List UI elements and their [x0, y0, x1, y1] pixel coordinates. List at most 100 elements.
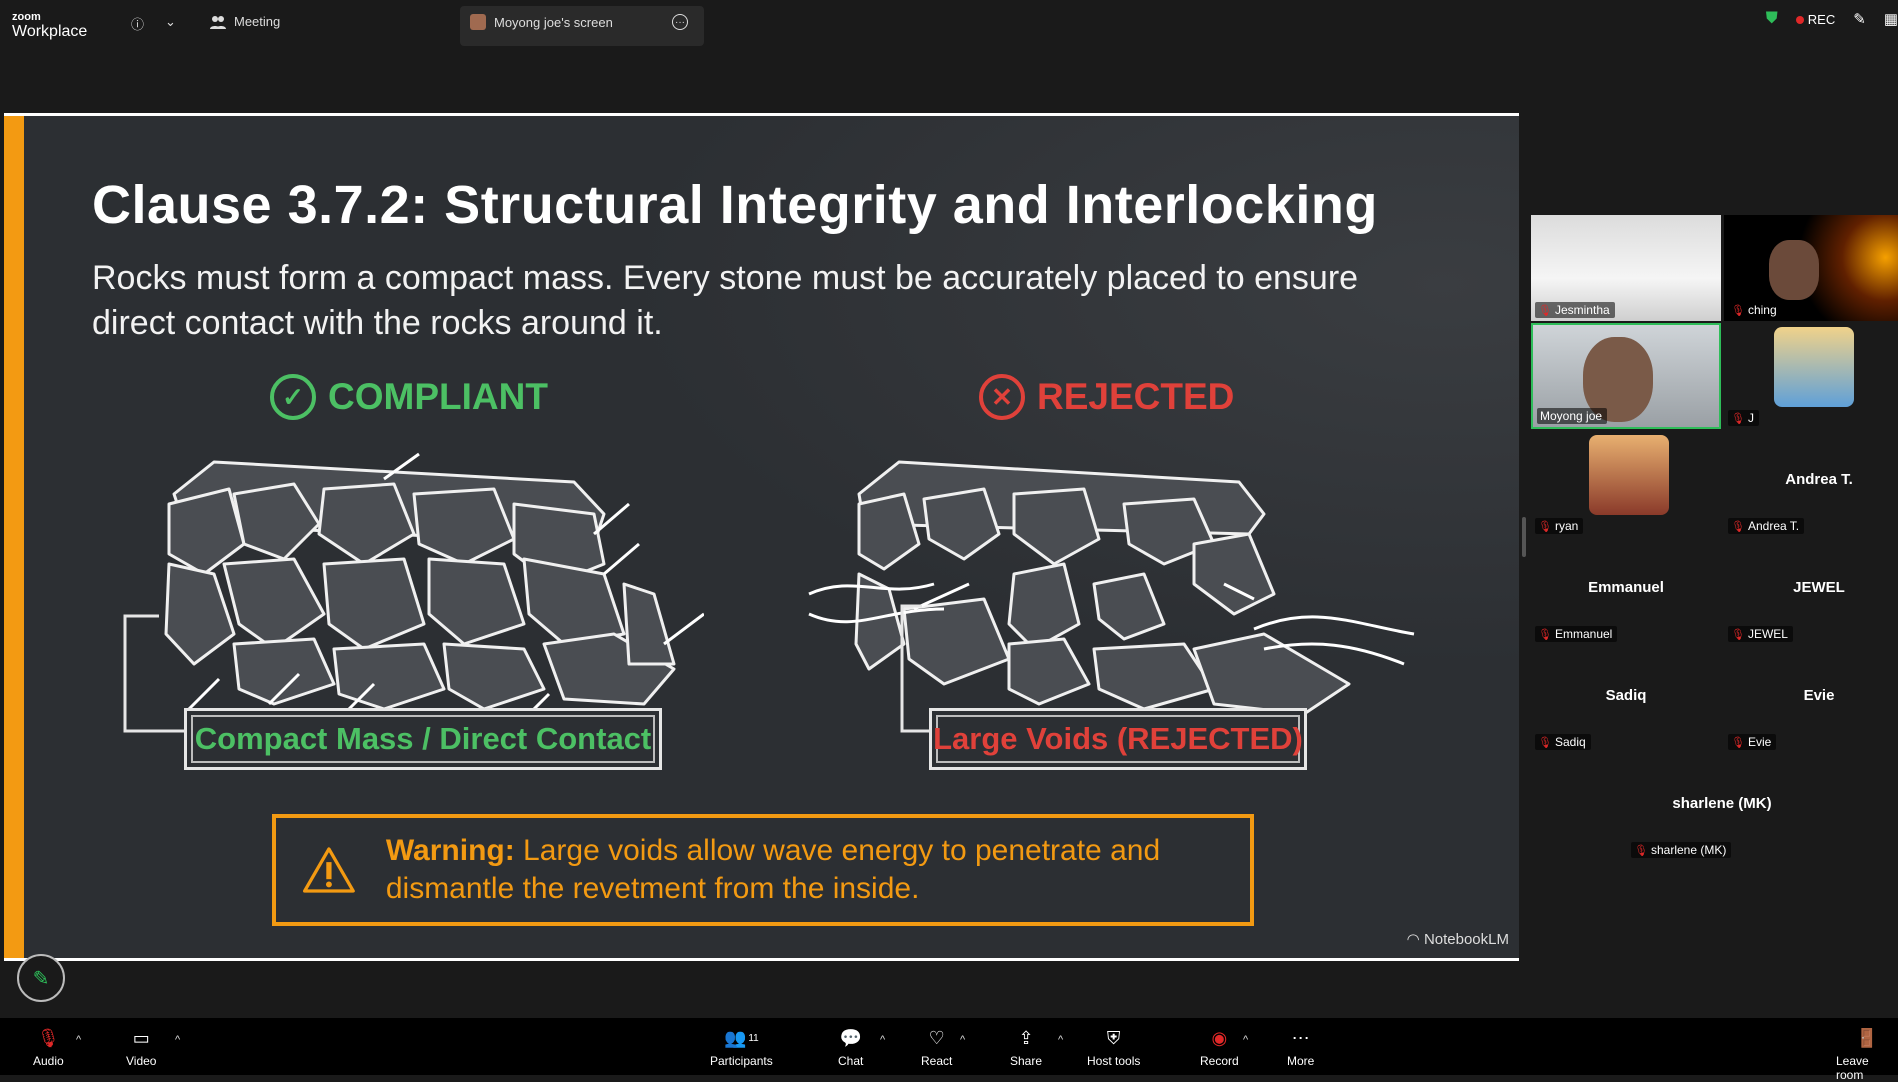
mic-off-icon: 🎙 — [1731, 628, 1745, 641]
notebooklm-watermark: ◠ NotebookLM — [1407, 930, 1509, 948]
mic-off-icon: 🎙 — [1634, 844, 1648, 857]
more-options-icon: ··· — [672, 14, 688, 30]
mic-off-icon: 🎙 — [1538, 628, 1552, 641]
participant-name: Emmanuel — [1554, 627, 1613, 641]
mic-off-icon: 🎙 — [1731, 736, 1745, 749]
recording-indicator[interactable]: REC — [1795, 11, 1836, 27]
zoom-logo: zoom Workplace — [12, 12, 87, 40]
video-tile[interactable]: sharlene (MK) 🎙 sharlene (MK) — [1627, 755, 1817, 861]
participant-name: Moyong joe — [1540, 409, 1603, 423]
compliant-connector — [123, 614, 187, 733]
annotate-icon[interactable]: ✎ — [1853, 10, 1866, 28]
rec-label: REC — [1807, 11, 1836, 27]
compliant-caption-box: Compact Mass / Direct Contact — [184, 708, 662, 770]
chat-bubble-icon: 💬 — [839, 1027, 862, 1048]
react-options-caret[interactable]: ^ — [960, 1034, 965, 1046]
video-tile[interactable]: Andrea T. 🎙 Andrea T. — [1724, 431, 1898, 537]
gallery-resize-handle[interactable] — [1522, 517, 1526, 557]
participant-name-tag: 🎙 J — [1728, 410, 1759, 426]
slide-title: Clause 3.7.2: Structural Integrity and I… — [92, 175, 1378, 235]
mic-off-icon: 🎙 — [1538, 304, 1552, 317]
participants-label: Participants — [710, 1054, 773, 1068]
participant-display-name: sharlene (MK) — [1672, 795, 1772, 812]
meeting-view-button[interactable]: Meeting — [210, 14, 280, 29]
meeting-label: Meeting — [234, 14, 281, 29]
x-circle-icon: ✕ — [979, 374, 1025, 420]
video-tile[interactable]: Sadiq 🎙 Sadiq — [1531, 647, 1721, 753]
participant-display-name: Andrea T. — [1785, 471, 1853, 488]
video-options-caret[interactable]: ^ — [175, 1034, 180, 1046]
video-tile[interactable]: JEWEL 🎙 JEWEL — [1724, 539, 1898, 645]
mic-off-icon: 🎙 — [1538, 520, 1552, 533]
participant-name: JEWEL — [1747, 627, 1788, 641]
participant-name-tag: 🎙 Evie — [1728, 734, 1777, 750]
video-label: Video — [126, 1054, 157, 1068]
people-icon — [210, 15, 226, 29]
share-label: Share — [1010, 1054, 1043, 1068]
rejected-label: REJECTED — [1037, 376, 1235, 417]
leave-room-button[interactable]: 🚪 Leave room — [1836, 1026, 1898, 1082]
check-circle-icon: ✓ — [270, 374, 316, 420]
participant-name: Evie — [1747, 735, 1772, 749]
presenter-avatar — [470, 14, 486, 30]
annotate-pencil-button[interactable]: ✎ — [17, 954, 65, 1002]
participant-name-tag: 🎙 ching — [1728, 302, 1782, 318]
meeting-info-dropdown[interactable]: ⌄ — [165, 14, 176, 30]
more-button[interactable]: ⋯ More — [1287, 1026, 1314, 1069]
meeting-info-button[interactable]: ⓘ — [131, 14, 144, 33]
participant-gallery: 🎙 Jesmintha 🎙 ching Moyong joe 🎙 J 🎙 ryan An… — [1530, 48, 1898, 1018]
rejected-caption: Large Voids (REJECTED) — [933, 721, 1303, 756]
participant-name-tag: 🎙 Sadiq — [1535, 734, 1591, 750]
participant-name-tag: 🎙 sharlene (MK) — [1631, 842, 1732, 858]
watermark-label: NotebookLM — [1423, 931, 1509, 948]
share-screen-icon: ⇪ — [1018, 1027, 1034, 1048]
chat-label: Chat — [838, 1054, 864, 1068]
video-button[interactable]: ▭ Video — [126, 1026, 157, 1069]
compliant-heading: ✓ COMPLIANT — [270, 374, 548, 420]
notebooklm-icon: ◠ — [1406, 931, 1424, 948]
security-shield-icon[interactable]: ⛊ — [1766, 10, 1778, 28]
participant-name-tag: 🎙 Andrea T. — [1728, 518, 1805, 534]
slide-subtitle: Rocks must form a compact mass. Every st… — [92, 259, 1359, 342]
participants-count: 11 — [748, 1032, 759, 1044]
mic-off-icon: 🎙 — [1731, 412, 1745, 425]
audio-button[interactable]: 🎙 Audio — [33, 1026, 64, 1069]
record-icon: ◉ — [1211, 1027, 1228, 1048]
presentation-slide: Clause 3.7.2: Structural Integrity and I… — [4, 113, 1519, 961]
compliant-rock-wall-illustration — [164, 452, 704, 714]
leave-door-icon: 🚪 — [1855, 1027, 1879, 1048]
meeting-controls-bar: 🎙 Audio ^ ▭ Video ^ 👥 11 Participants 💬 Chat … — [0, 1018, 1898, 1082]
shared-screen-label: Moyong joe's screen — [494, 14, 613, 30]
record-options-caret[interactable]: ^ — [1243, 1034, 1248, 1046]
video-tile[interactable]: 🎙 ching — [1724, 215, 1898, 321]
video-tile[interactable]: 🎙 Jesmintha — [1531, 215, 1721, 321]
shield-icon: ⛨ — [1106, 1027, 1121, 1048]
share-options-caret[interactable]: ^ — [1058, 1034, 1063, 1046]
host-tools-label: Host tools — [1087, 1054, 1141, 1068]
participant-name-tag: 🎙 Emmanuel — [1535, 626, 1618, 642]
video-tile-active-speaker[interactable]: Moyong joe — [1531, 323, 1721, 429]
chat-button[interactable]: 💬 Chat — [838, 1026, 864, 1069]
warning-text: Warning: Large voids allow wave energy t… — [386, 832, 1250, 908]
share-button[interactable]: ⇪ Share — [1010, 1026, 1043, 1069]
audio-options-caret[interactable]: ^ — [76, 1034, 81, 1046]
chat-options-caret[interactable]: ^ — [880, 1034, 885, 1046]
participant-name: J — [1747, 411, 1754, 425]
view-layout-icon[interactable]: ▦ — [1884, 10, 1898, 28]
shared-screen-title: Moyong joe's screen — [470, 14, 613, 30]
video-tile[interactable]: Evie 🎙 Evie — [1724, 647, 1898, 753]
host-tools-button[interactable]: ⛨ Host tools — [1087, 1026, 1141, 1069]
rejected-caption-box: Large Voids (REJECTED) — [929, 708, 1307, 770]
participant-display-name: Sadiq — [1605, 687, 1647, 704]
video-tile[interactable]: Emmanuel 🎙 Emmanuel — [1531, 539, 1721, 645]
record-label: Record — [1200, 1054, 1239, 1068]
participant-name: ching — [1747, 303, 1777, 317]
slide-accent-bar — [4, 116, 24, 958]
rejected-heading: ✕ REJECTED — [979, 374, 1234, 420]
participants-button[interactable]: 👥 11 Participants — [710, 1026, 773, 1069]
video-tile[interactable]: 🎙 J — [1724, 323, 1898, 429]
shared-screen-options-button[interactable]: ··· — [672, 14, 688, 30]
record-button[interactable]: ◉ Record — [1200, 1026, 1239, 1069]
video-tile[interactable]: 🎙 ryan — [1531, 431, 1721, 537]
react-button[interactable]: ♡ React — [921, 1026, 952, 1069]
